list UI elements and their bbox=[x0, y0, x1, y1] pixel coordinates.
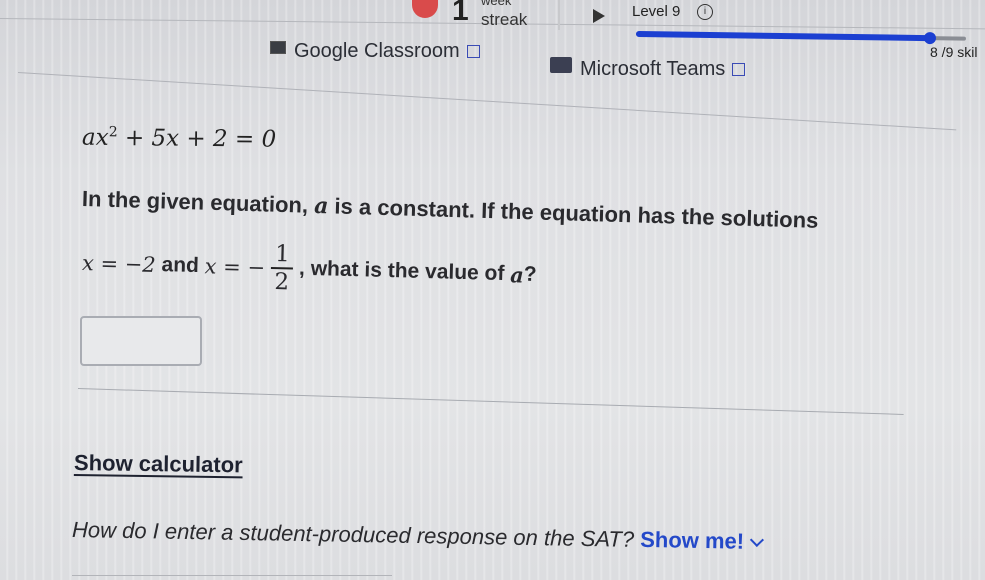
external-link-icon bbox=[732, 63, 746, 76]
level-label: Level 9 bbox=[632, 3, 681, 20]
play-icon[interactable] bbox=[593, 9, 605, 23]
question-line-2: x = −2 and x = − 1 2 , what is the value… bbox=[81, 236, 537, 302]
links-divider bbox=[17, 72, 957, 131]
help-question: How do I enter a student-produced respon… bbox=[71, 517, 635, 552]
show-me-label: Show me! bbox=[640, 526, 745, 554]
equation-exponent: 2 bbox=[108, 124, 118, 141]
info-icon[interactable]: i bbox=[697, 4, 713, 20]
and-text: and bbox=[155, 252, 206, 278]
question-mark: ? bbox=[523, 262, 537, 286]
progress-knob bbox=[923, 32, 936, 45]
google-classroom-label: Google Classroom bbox=[294, 40, 460, 62]
equation-rest: + 5x + 2 = 0 bbox=[117, 125, 277, 153]
progress-fill bbox=[635, 31, 930, 42]
streak-flame-icon bbox=[412, 0, 438, 18]
equation-term: ax bbox=[81, 124, 109, 151]
streak-count: 1 bbox=[452, 0, 469, 27]
google-classroom-icon bbox=[270, 41, 286, 54]
show-me-link[interactable]: Show me! bbox=[640, 526, 765, 554]
chevron-down-icon bbox=[750, 532, 765, 548]
variable-a: a bbox=[509, 261, 525, 288]
question-text: , what is the value of bbox=[298, 256, 511, 286]
google-classroom-link[interactable]: Google Classroom bbox=[294, 40, 480, 63]
help-row: How do I enter a student-produced respon… bbox=[71, 517, 765, 555]
topbar-divider bbox=[558, 0, 560, 30]
bottom-divider bbox=[72, 575, 392, 576]
question-text: is a constant. If the equation has the s… bbox=[328, 193, 819, 233]
skills-count: 8 /9 skil bbox=[930, 44, 978, 60]
solution-2: x = − bbox=[204, 254, 266, 280]
microsoft-teams-link[interactable]: Microsoft Teams bbox=[580, 58, 746, 81]
show-calculator-link[interactable]: Show calculator bbox=[74, 450, 243, 478]
microsoft-teams-label: Microsoft Teams bbox=[580, 58, 726, 80]
question-text: In the given equation, bbox=[81, 186, 315, 218]
fraction-numerator: 1 bbox=[274, 241, 291, 268]
streak-unit: week bbox=[481, 0, 512, 8]
section-divider bbox=[77, 388, 904, 415]
variable-a: a bbox=[313, 192, 329, 220]
external-link-icon bbox=[466, 45, 480, 58]
level-progress-bar bbox=[635, 30, 966, 45]
microsoft-teams-icon bbox=[550, 57, 572, 73]
answer-input[interactable] bbox=[80, 316, 202, 366]
equation: ax2 + 5x + 2 = 0 bbox=[81, 124, 277, 153]
solution-1: x = −2 bbox=[81, 251, 157, 277]
streak-label: streak bbox=[481, 10, 528, 29]
fraction: 1 2 bbox=[270, 241, 294, 296]
question-line-1: In the given equation, a is a constant. … bbox=[82, 186, 819, 234]
fraction-denominator: 2 bbox=[274, 269, 290, 296]
